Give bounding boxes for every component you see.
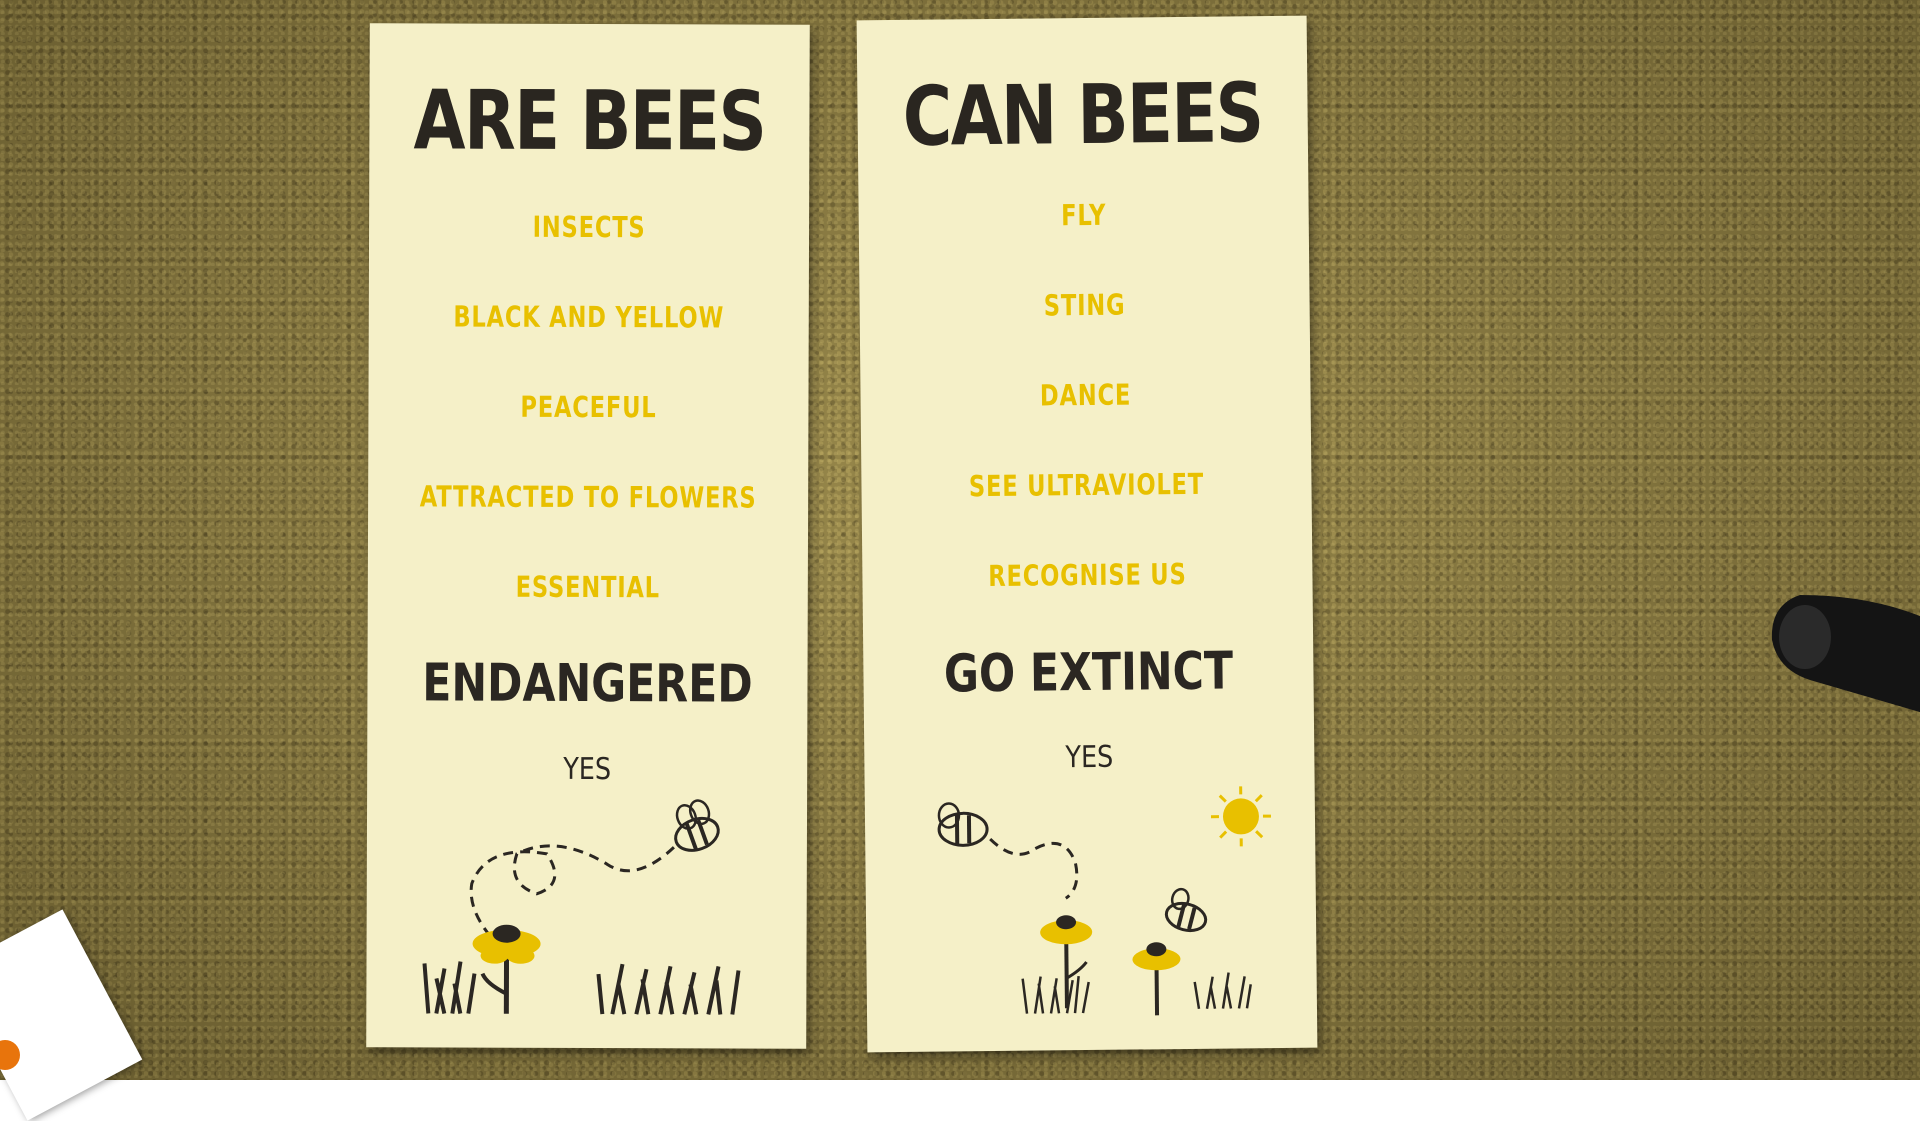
sign-title: ARE BEES — [409, 73, 770, 169]
sign-item: DANCE — [910, 376, 1261, 414]
sign-item: PEACEFUL — [417, 389, 760, 424]
sunflower-icon — [1040, 915, 1093, 1009]
sign-item: INSECTS — [417, 209, 760, 244]
sunflower-icon — [472, 925, 540, 1014]
sign-title: CAN BEES — [898, 66, 1268, 165]
sign-answer: YES — [400, 751, 774, 787]
sun-icon — [1211, 786, 1272, 847]
sign-item: RECOGNISE US — [912, 556, 1263, 594]
bee-flower-illustration — [865, 776, 1318, 1031]
sign-item: SEE ULTRAVIOLET — [911, 466, 1262, 504]
sign-can-bees: CAN BEES FLY STING DANCE SEE ULTRAVIOLET… — [857, 16, 1318, 1053]
bee-icon — [665, 797, 722, 856]
grass-icon — [424, 961, 738, 1014]
sign-item: STING — [909, 286, 1260, 324]
sign-item: BLACK AND YELLOW — [417, 299, 760, 334]
flight-path-icon — [990, 838, 1077, 899]
sunflower-icon — [1132, 942, 1181, 1015]
sign-final-word: GO EXTINCT — [904, 641, 1274, 705]
sign-item: ESSENTIAL — [416, 569, 759, 604]
bee-flower-illustration — [366, 783, 807, 1025]
sign-item: FLY — [908, 196, 1259, 234]
sign-are-bees: ARE BEES INSECTS BLACK AND YELLOW PEACEF… — [366, 23, 810, 1049]
bee-icon — [939, 803, 987, 846]
sign-answer: YES — [898, 738, 1281, 777]
bee-icon — [1163, 887, 1211, 935]
grass-icon — [1023, 972, 1251, 1013]
sign-final-word: ENDANGERED — [407, 653, 768, 714]
black-handle-object — [1760, 585, 1920, 715]
sign-item: ATTRACTED TO FLOWERS — [416, 479, 759, 514]
